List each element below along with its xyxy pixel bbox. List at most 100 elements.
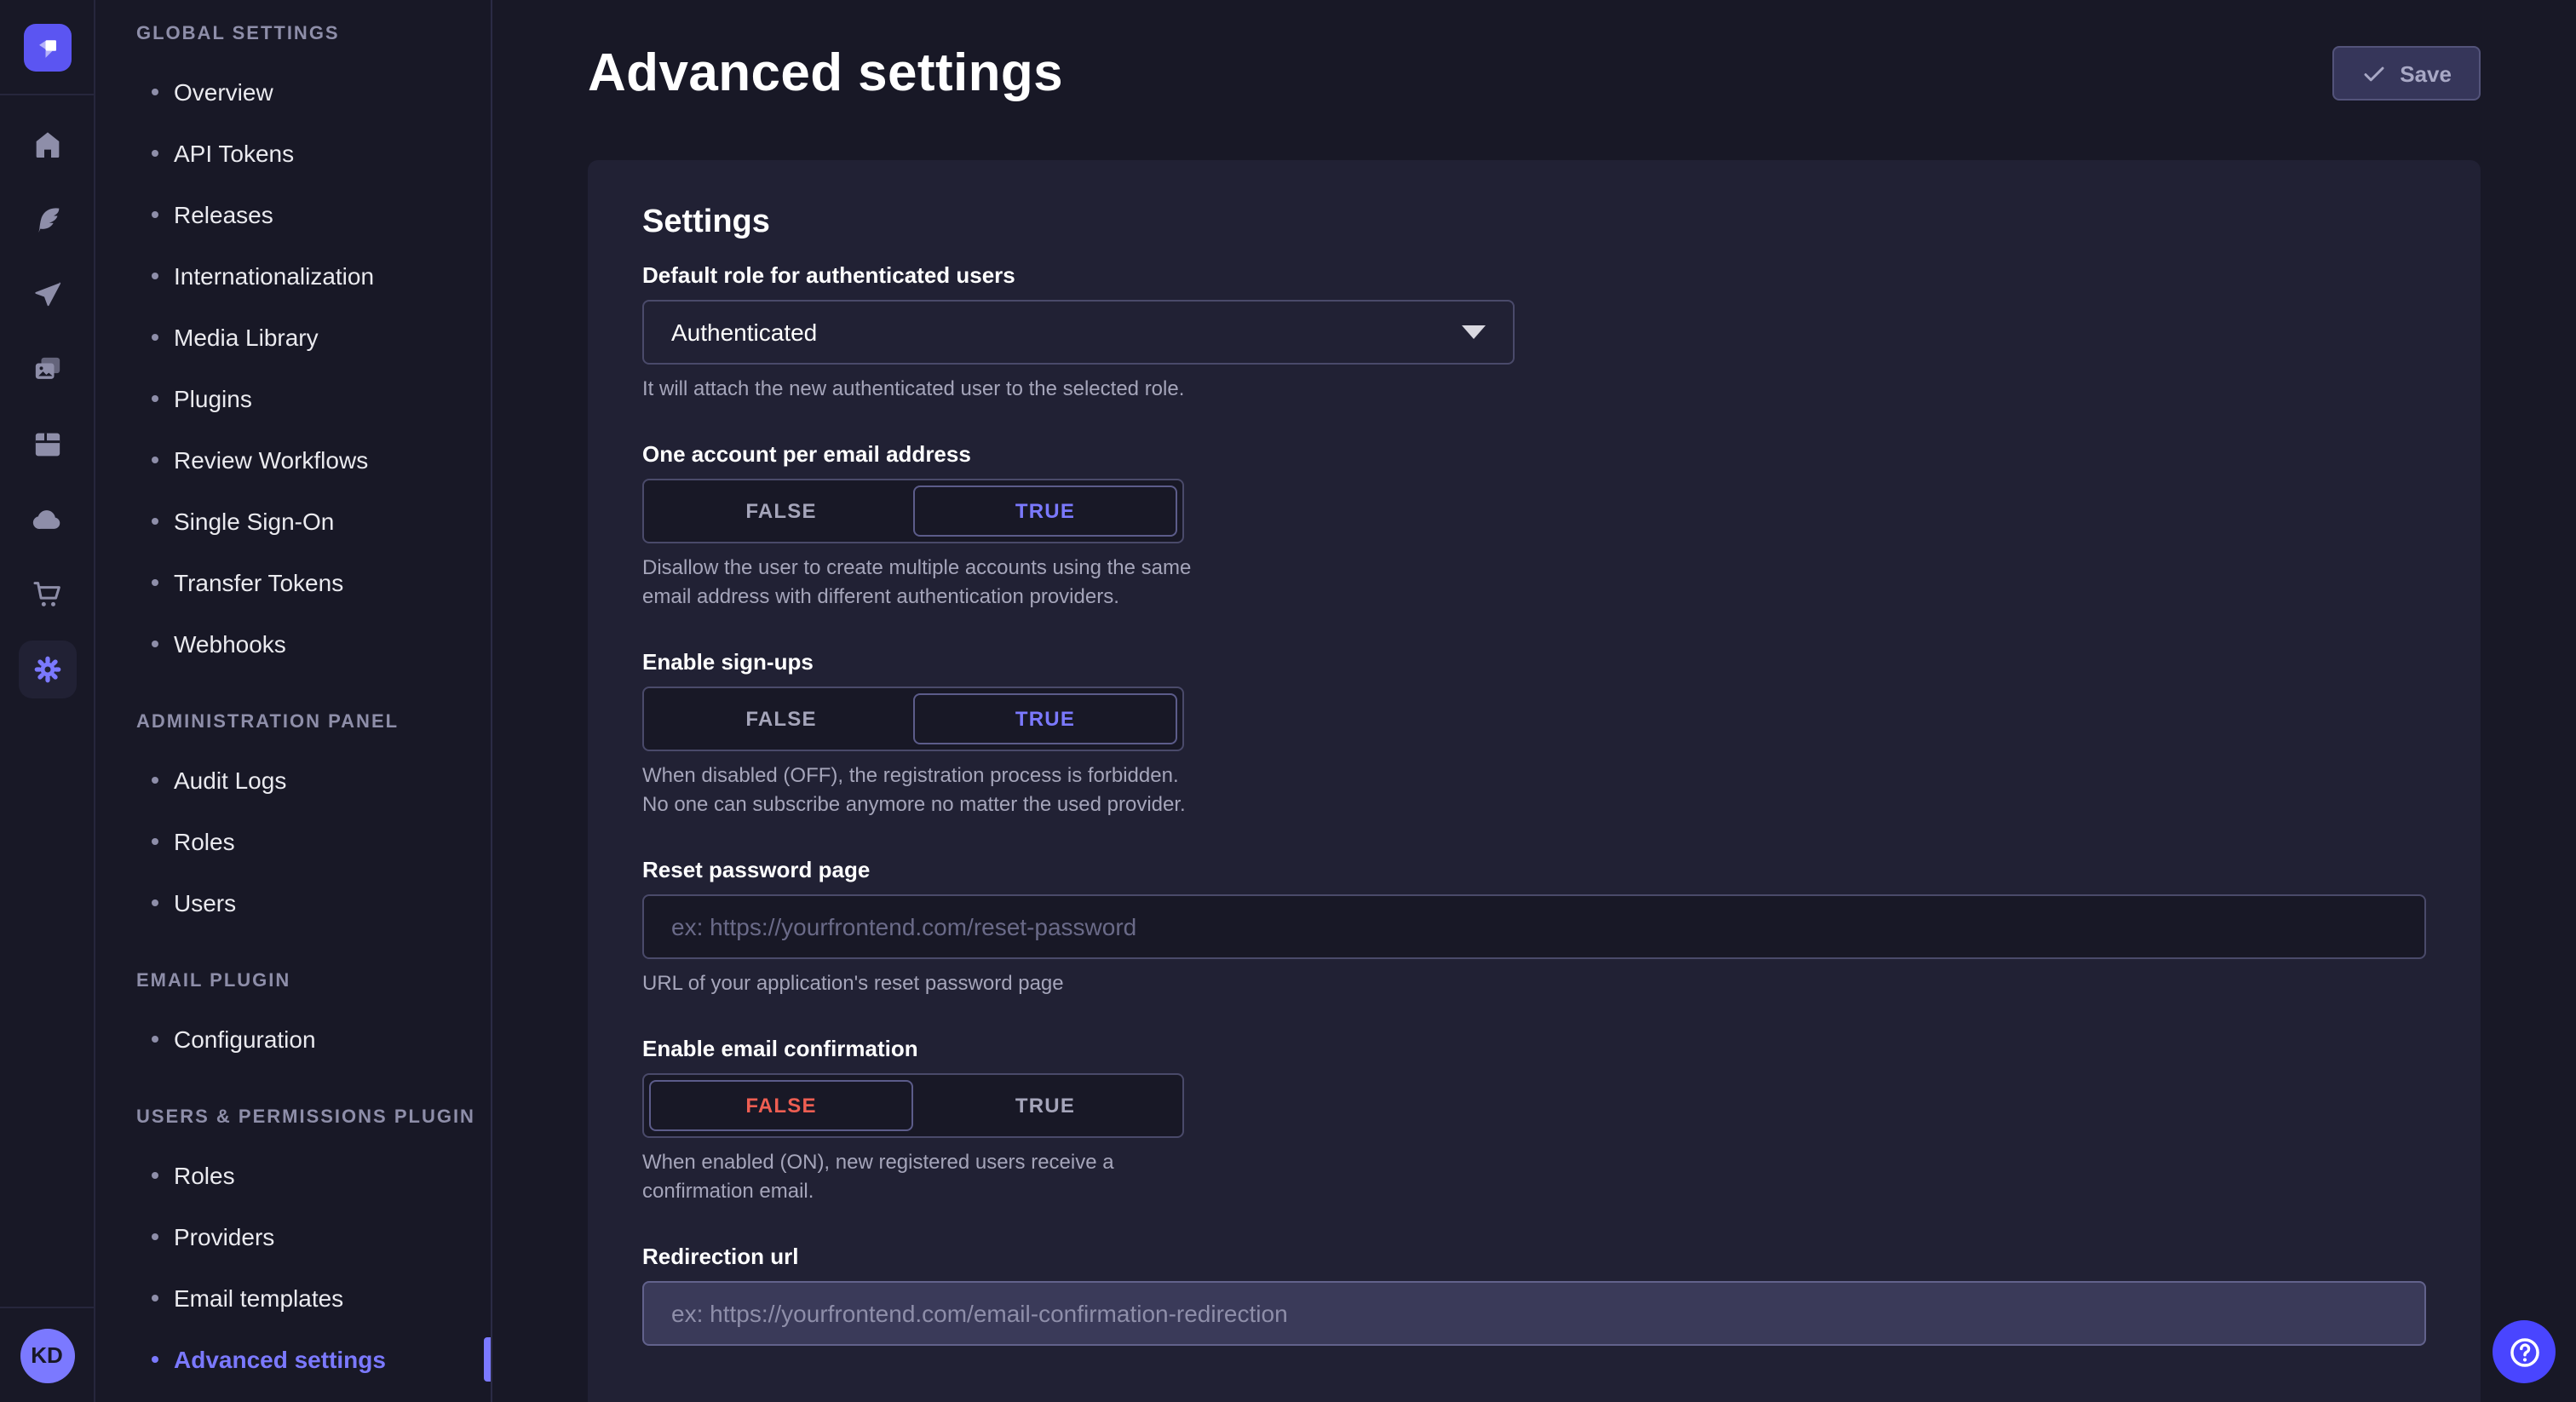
role-select[interactable]: Authenticated (642, 300, 1515, 365)
strapi-admin-app: KD GLOBAL SETTINGS Overview API Tokens Rele… (0, 0, 2576, 1402)
subnav-item-label: Roles (174, 828, 235, 855)
select-value: Authenticated (671, 319, 817, 346)
subnav-section-heading: GLOBAL SETTINGS (136, 17, 491, 51)
subnav-item-single-sign-on[interactable]: Single Sign-On (95, 491, 491, 552)
field-enable-email-confirmation: Enable email confirmation FALSETRUE When e… (642, 1036, 2426, 1206)
subnav-item-users[interactable]: Users (95, 872, 491, 934)
subnav-item-label: Single Sign-On (174, 508, 334, 535)
subnav-item-label: Review Workflows (174, 446, 368, 474)
settings-card-title: Settings (642, 204, 2426, 242)
rail-nav-items (9, 107, 84, 707)
subnav-item-label: Media Library (174, 324, 319, 351)
subnav-item-roles[interactable]: Roles (95, 811, 491, 872)
bullet-icon (152, 899, 158, 906)
subnav-item-plugins[interactable]: Plugins (95, 368, 491, 429)
rail-item-gear[interactable] (9, 632, 84, 707)
bullet-icon (152, 518, 158, 525)
bullet-icon (152, 1295, 158, 1301)
settings-subnav: GLOBAL SETTINGS Overview API Tokens Release… (95, 0, 492, 1402)
save-button-label: Save (2400, 60, 2452, 86)
toggle-option-true[interactable]: TRUE (913, 486, 1177, 537)
subnav-item-audit-logs[interactable]: Audit Logs (95, 750, 491, 811)
cloud-icon (30, 503, 64, 537)
bullet-icon (152, 1172, 158, 1179)
save-button[interactable]: Save (2332, 46, 2481, 101)
field-label: Enable sign-ups (642, 649, 2426, 676)
subnav-item-review-workflows[interactable]: Review Workflows (95, 429, 491, 491)
subnav-item-advanced-settings[interactable]: Advanced settings (95, 1329, 491, 1390)
field-one-account-per-email-address: One account per email addressFALSETRUEDi… (642, 441, 2426, 612)
field-reset-password-page: Reset password pageURL of your applicati… (642, 857, 2426, 998)
field-hint: When disabled (OFF), the registration pr… (642, 761, 1205, 819)
bullet-icon (152, 395, 158, 402)
rail-item-media-library[interactable] (9, 332, 84, 407)
subnav-item-label: API Tokens (174, 140, 294, 167)
subnav-item-label: Releases (174, 201, 273, 228)
subnav-item-internationalization[interactable]: Internationalization (95, 245, 491, 307)
toggle-option-false[interactable]: FALSE (649, 1080, 913, 1131)
rail-bottom: KD (0, 1307, 94, 1402)
field-label: Default role for authenticated users (642, 262, 2426, 290)
field-default-role-for-authenticated-users: Default role for authenticated users Auth… (642, 262, 2426, 404)
rail-item-send[interactable] (9, 257, 84, 332)
strapi-logo-icon[interactable] (23, 23, 71, 71)
text-input-redirection-url[interactable] (642, 1281, 2426, 1346)
subnav-item-roles[interactable]: Roles (95, 1145, 491, 1206)
subnav-item-media-library[interactable]: Media Library (95, 307, 491, 368)
home-icon (30, 128, 64, 162)
field-hint: When enabled (ON), new registered users … (642, 1148, 1205, 1206)
text-input-reset-password-page[interactable] (642, 894, 2426, 959)
rail-item-layout[interactable] (9, 407, 84, 482)
bullet-icon (152, 150, 158, 157)
subnav-item-label: Overview (174, 78, 273, 106)
subnav-item-label: Configuration (174, 1026, 316, 1053)
rail-item-feather[interactable] (9, 182, 84, 257)
toggle-option-true[interactable]: TRUE (913, 693, 1177, 744)
logo-container (0, 0, 94, 95)
bullet-icon (152, 579, 158, 586)
subnav-item-api-tokens[interactable]: API Tokens (95, 123, 491, 184)
subnav-item-releases[interactable]: Releases (95, 184, 491, 245)
toggle-option-true[interactable]: TRUE (913, 1080, 1177, 1131)
rail-item-home[interactable] (9, 107, 84, 182)
field-label: Enable email confirmation (642, 1036, 2426, 1063)
toggle-option-false[interactable]: FALSE (649, 486, 913, 537)
subnav-section-heading: ADMINISTRATION PANEL (136, 705, 491, 739)
subnav-section-heading: EMAIL PLUGIN (136, 964, 491, 998)
field-label: One account per email address (642, 441, 2426, 468)
subnav-item-overview[interactable]: Overview (95, 61, 491, 123)
subnav-item-providers[interactable]: Providers (95, 1206, 491, 1267)
field-label: Redirection url (642, 1244, 2426, 1271)
subnav-item-configuration[interactable]: Configuration (95, 1008, 491, 1070)
bullet-icon (152, 334, 158, 341)
bullet-icon (152, 838, 158, 845)
subnav-item-label: Email templates (174, 1284, 343, 1312)
field-redirection-url: Redirection url (642, 1244, 2426, 1346)
subnav-item-label: Providers (174, 1223, 274, 1250)
question-mark-icon (2505, 1333, 2543, 1370)
rail-item-cart[interactable] (9, 557, 84, 632)
subnav-item-label: Users (174, 889, 236, 916)
rail-item-cloud[interactable] (9, 482, 84, 557)
toggle-option-false[interactable]: FALSE (649, 693, 913, 744)
field-hint: It will attach the new authenticated use… (642, 375, 1205, 404)
subnav-item-label: Audit Logs (174, 767, 286, 794)
user-avatar[interactable]: KD (20, 1328, 74, 1382)
subnav-item-label: Transfer Tokens (174, 569, 343, 596)
bullet-icon (152, 273, 158, 279)
bullet-icon (152, 1233, 158, 1240)
settings-fields: Default role for authenticated users Auth… (642, 262, 2426, 1346)
check-icon (2360, 60, 2386, 86)
bullet-icon (152, 211, 158, 218)
subnav-item-webhooks[interactable]: Webhooks (95, 613, 491, 675)
bullet-icon (152, 457, 158, 463)
subnav-item-email-templates[interactable]: Email templates (95, 1267, 491, 1329)
subnav-item-transfer-tokens[interactable]: Transfer Tokens (95, 552, 491, 613)
page-header: Advanced settings Save (588, 43, 2481, 104)
field-hint: URL of your application's reset password… (642, 969, 1205, 998)
help-button[interactable] (2493, 1320, 2556, 1383)
bullet-icon (152, 1356, 158, 1363)
bullet-icon (152, 1036, 158, 1043)
boolean-toggle: FALSETRUE (642, 1073, 1184, 1138)
cart-icon (30, 577, 64, 612)
